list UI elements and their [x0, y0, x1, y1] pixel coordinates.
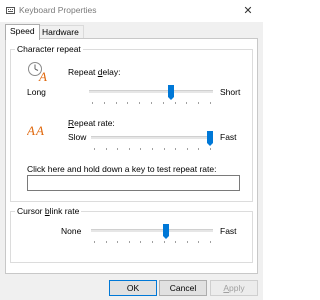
- slider-tick: [198, 148, 200, 150]
- slider-tick: [175, 241, 177, 243]
- repeat-rate-slider-track: [91, 136, 213, 139]
- repeat-delay-slider-track: [89, 90, 213, 93]
- repeat-rate-slider-thumb[interactable]: [207, 131, 213, 146]
- slider-tick: [186, 241, 188, 243]
- slider-tick: [139, 102, 141, 104]
- cursor-blink-slider-thumb[interactable]: [162, 224, 169, 239]
- slider-tick: [174, 102, 176, 104]
- slider-tick: [162, 102, 164, 104]
- repeat-delay-slider-ticks: [89, 102, 213, 104]
- test-repeat-input[interactable]: [27, 175, 240, 191]
- slider-tick: [210, 148, 211, 150]
- slider-tick: [103, 102, 105, 104]
- slider-tick: [115, 102, 117, 104]
- cursor-blink-slider-track: [91, 229, 213, 232]
- tab-speed[interactable]: Speed: [5, 24, 40, 40]
- repeat-rate-label: Repeat rate:: [68, 118, 115, 128]
- slider-tick: [92, 102, 93, 104]
- close-icon[interactable]: ✕: [233, 0, 263, 22]
- slider-tick: [128, 241, 130, 243]
- cursor-blink-group-label: Cursor blink rate: [15, 206, 82, 216]
- slider-tick: [117, 241, 119, 243]
- slider-tick: [105, 148, 107, 150]
- repeat-rate-max-label: Fast: [220, 132, 237, 142]
- keyboard-properties-window: Keyboard Properties ✕ Speed Hardware Cha…: [0, 0, 263, 300]
- slider-tick: [210, 102, 211, 104]
- ok-button[interactable]: OK: [109, 280, 157, 296]
- svg-text:A: A: [35, 123, 44, 138]
- cancel-button[interactable]: Cancel: [159, 280, 207, 296]
- character-repeat-group-label: Character repeat: [15, 44, 83, 54]
- cursor-blink-max-label: Fast: [220, 226, 237, 236]
- tab-hardware[interactable]: Hardware: [37, 25, 84, 39]
- slider-tick: [175, 148, 177, 150]
- cursor-blink-min-label: None: [61, 226, 82, 236]
- repeat-delay-icon: A: [28, 62, 47, 83]
- slider-tick: [163, 241, 165, 243]
- test-repeat-prompt: Click here and hold down a key to test r…: [27, 164, 217, 174]
- cursor-blink-slider[interactable]: [91, 224, 213, 243]
- title-bar[interactable]: Keyboard Properties ✕: [0, 0, 263, 22]
- slider-tick: [198, 241, 200, 243]
- slider-tick: [94, 241, 95, 243]
- slider-tick: [198, 102, 200, 104]
- cursor-blink-slider-ticks: [91, 241, 213, 243]
- slider-tick: [140, 241, 142, 243]
- repeat-rate-icon: A A: [27, 123, 44, 138]
- slider-tick: [117, 148, 119, 150]
- repeat-delay-slider-thumb[interactable]: [168, 85, 175, 100]
- repeat-rate-min-label: Slow: [68, 132, 87, 142]
- speed-tab-panel: Character repeat A Repeat delay: Long Sh…: [5, 38, 258, 274]
- slider-tick: [128, 148, 130, 150]
- slider-tick: [210, 241, 211, 243]
- slider-tick: [152, 148, 153, 150]
- apply-button[interactable]: Apply: [210, 280, 258, 296]
- repeat-delay-slider[interactable]: [89, 85, 213, 104]
- repeat-delay-min-label: Long: [27, 87, 46, 97]
- keyboard-app-icon: [6, 7, 15, 14]
- slider-tick: [163, 148, 165, 150]
- window-title: Keyboard Properties: [19, 5, 97, 15]
- slider-tick: [127, 102, 129, 104]
- slider-tick: [151, 102, 152, 104]
- repeat-delay-max-label: Short: [220, 87, 241, 97]
- slider-tick: [186, 102, 188, 104]
- repeat-rate-slider[interactable]: [91, 131, 213, 150]
- slider-tick: [186, 148, 188, 150]
- svg-text:A: A: [38, 69, 47, 83]
- cursor-blink-group: Cursor blink rate None Fast: [10, 206, 253, 263]
- slider-tick: [152, 241, 153, 243]
- repeat-delay-label: Repeat delay:: [68, 67, 121, 77]
- slider-tick: [94, 148, 95, 150]
- repeat-rate-slider-ticks: [91, 148, 213, 150]
- svg-text:A: A: [27, 123, 35, 138]
- slider-tick: [105, 241, 107, 243]
- slider-tick: [140, 148, 142, 150]
